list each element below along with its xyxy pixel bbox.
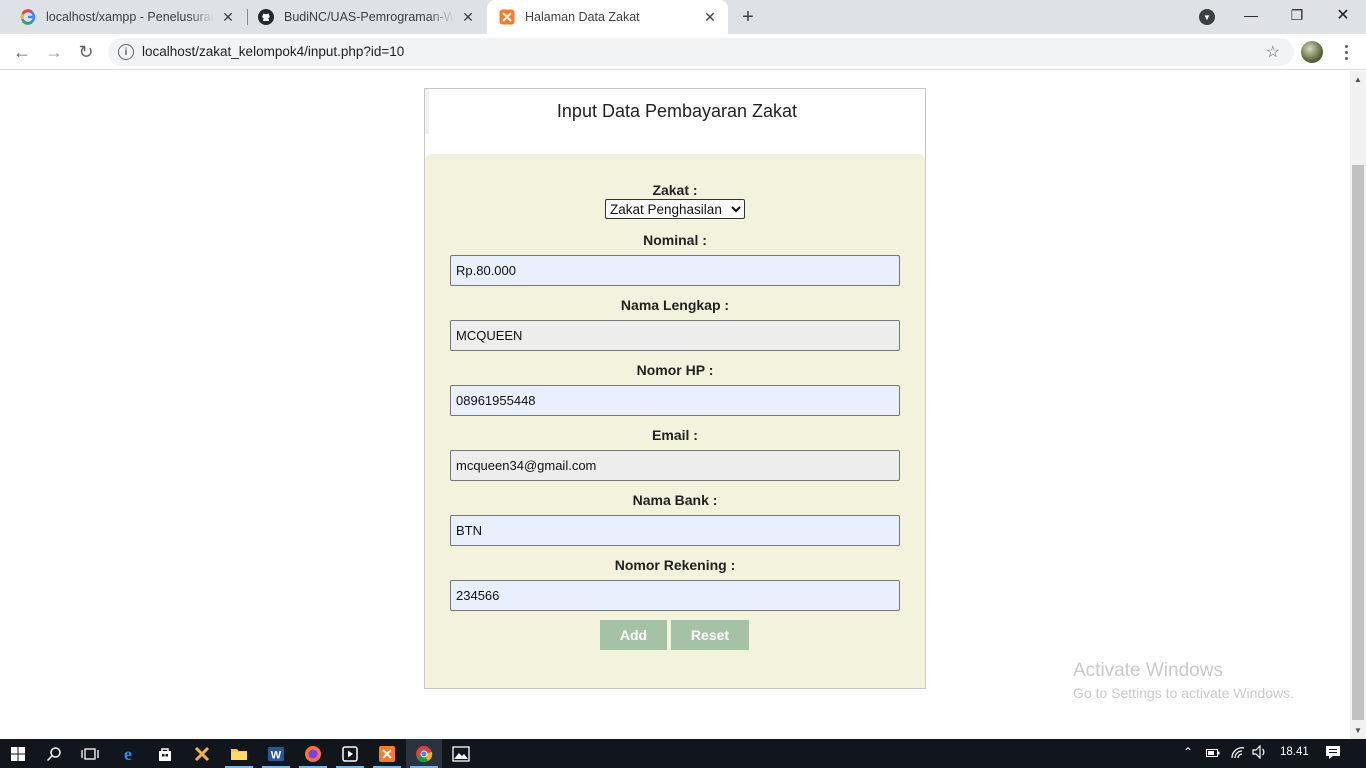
browser-toolbar: ← → ↻ i localhost/zakat_kelompok4/input.… [0,34,1366,70]
page-title: Input Data Pembayaran Zakat [425,89,925,134]
site-info-icon[interactable]: i [118,44,134,60]
reset-button[interactable]: Reset [671,620,749,650]
add-button[interactable]: Add [600,620,667,650]
restore-icon[interactable]: ❐ [1274,0,1320,30]
xampp-icon [499,9,515,25]
start-icon[interactable] [0,739,36,768]
nominal-label: Nominal : [643,232,707,248]
watermark-subtitle: Go to Settings to activate Windows. [1073,685,1294,701]
new-tab-icon[interactable]: + [737,6,759,28]
firefox-icon[interactable] [295,739,331,768]
nomor-hp-field: Nomor HP : [450,361,900,416]
address-bar[interactable]: i localhost/zakat_kelompok4/input.php?id… [108,38,1294,66]
tab-close-icon[interactable]: ✕ [460,9,476,25]
clock-text[interactable]: 18.41 [1280,746,1309,758]
windows-taskbar: e W ⌃ 18.41 [0,739,1366,768]
email-input[interactable] [450,450,900,481]
svg-text:W: W [271,749,282,761]
media-player-icon[interactable] [332,739,368,768]
photos-icon[interactable] [443,739,479,768]
battery-icon[interactable] [1206,747,1220,761]
page-viewport: Input Data Pembayaran Zakat Zakat : Zaka… [0,71,1350,739]
svg-text:e: e [124,745,132,763]
tray-chevron-icon[interactable]: ⌃ [1183,745,1193,759]
zakat-field: Zakat : [450,181,900,199]
tab-close-icon[interactable]: ✕ [702,9,718,25]
notification-icon[interactable] [1325,745,1341,763]
nama-lengkap-input[interactable] [450,320,900,351]
scroll-down-icon[interactable]: ▼ [1354,726,1362,735]
forward-icon[interactable]: → [42,40,66,64]
activate-windows-watermark: Activate Windows Go to Settings to activ… [1073,660,1294,701]
tab-close-icon[interactable]: ✕ [220,9,236,25]
zakat-select-wrap: Zakat Penghasilan [605,199,745,219]
tab-github[interactable]: BudiNC/UAS-Pemrograman-Web ✕ [238,0,486,34]
reload-icon[interactable]: ↻ [74,40,98,64]
tab-halaman-data-zakat[interactable]: Halaman Data Zakat ✕ [487,0,728,34]
zakat-label: Zakat : [652,182,698,198]
page-scrollbar[interactable]: ▲ ▼ [1350,71,1366,739]
edge-icon[interactable]: e [110,739,146,768]
search-icon[interactable] [36,739,72,768]
nama-bank-field: Nama Bank : [450,491,900,546]
google-icon [20,9,36,25]
nama-bank-label: Nama Bank : [632,492,718,508]
nomor-rekening-input[interactable] [450,580,900,611]
nama-lengkap-label: Nama Lengkap : [620,297,730,313]
wifi-icon[interactable] [1230,746,1246,762]
tab-strip: localhost/xampp - Penelusuran Google ✕ B… [0,0,1366,34]
watermark-title: Activate Windows [1073,660,1223,681]
bookmark-star-icon[interactable]: ☆ [1266,42,1280,62]
scrollbar-thumb[interactable] [1352,165,1364,720]
nomor-hp-input[interactable] [450,385,900,416]
nomor-rekening-label: Nomor Rekening : [614,557,736,573]
zakat-select[interactable]: Zakat Penghasilan [605,199,745,219]
nominal-input[interactable] [450,255,900,286]
file-explorer-icon[interactable] [221,739,257,768]
nomor-rekening-field: Nomor Rekening : [450,556,900,611]
tab-title: localhost/xampp - Penelusuran Google [46,10,214,24]
browser-menu-icon[interactable] [1338,40,1354,64]
tab-title: BudiNC/UAS-Pemrograman-Web [284,10,454,24]
url-text: localhost/zakat_kelompok4/input.php?id=1… [142,44,405,59]
task-view-icon[interactable] [72,739,108,768]
profile-avatar[interactable] [1301,41,1323,63]
tab-search-icon[interactable]: ▼ [1199,9,1215,25]
nama-bank-input[interactable] [450,515,900,546]
xampp-icon[interactable] [369,739,405,768]
xampp-control-icon[interactable] [184,739,220,768]
email-label: Email : [652,427,698,443]
form-body: Zakat : Zakat Penghasilan Nominal : Nama… [425,154,925,688]
tab-google-search[interactable]: localhost/xampp - Penelusuran Google ✕ [0,0,246,34]
tab-title: Halaman Data Zakat [525,10,640,24]
volume-icon[interactable] [1252,744,1268,762]
back-icon[interactable]: ← [10,40,34,64]
email-field: Email : [450,426,900,481]
nominal-field: Nominal : [450,231,900,286]
github-icon [258,9,274,25]
minimize-icon[interactable]: — [1228,0,1274,30]
window-close-icon[interactable]: ✕ [1320,0,1366,30]
chrome-icon[interactable] [406,739,442,768]
store-icon[interactable] [147,739,183,768]
nama-lengkap-field: Nama Lengkap : [450,296,900,351]
nomor-hp-label: Nomor HP : [636,362,714,378]
word-icon[interactable]: W [258,739,294,768]
scroll-up-icon[interactable]: ▲ [1354,75,1362,84]
form-card: Input Data Pembayaran Zakat Zakat : Zaka… [424,88,926,689]
